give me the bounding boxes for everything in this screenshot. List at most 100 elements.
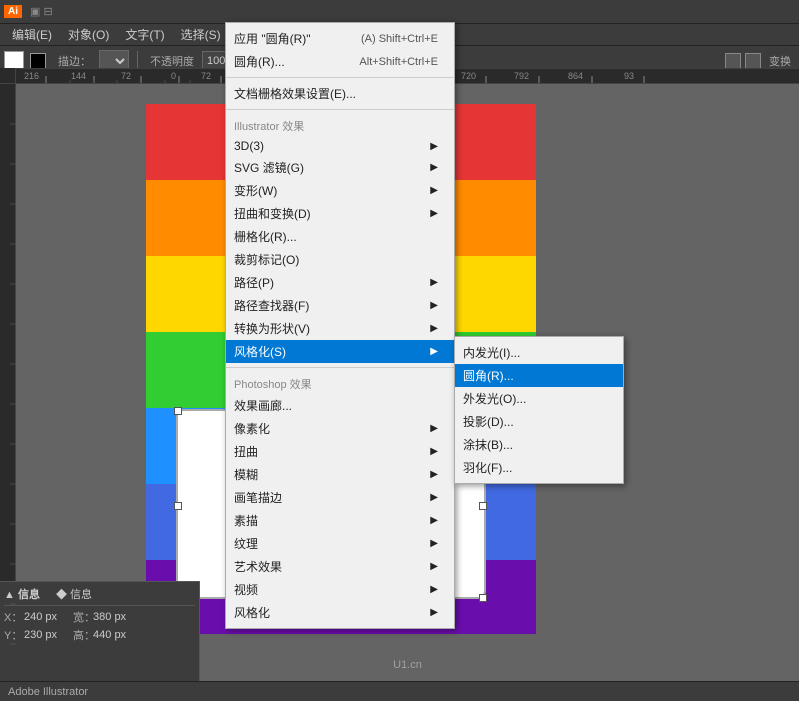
svg-text:864: 864 [568, 71, 583, 81]
submenu-drop-shadow[interactable]: 投影(D)... [455, 410, 623, 433]
svg-text:72: 72 [121, 71, 131, 81]
apply-round-label: 应用 "圆角(R)" [234, 30, 311, 47]
sep-3 [226, 367, 454, 368]
3d-label: 3D(3) [234, 139, 264, 153]
status-text: Adobe Illustrator [8, 686, 88, 698]
menu-apply-round[interactable]: 应用 "圆角(R)" (A) Shift+Ctrl+E [226, 27, 454, 50]
svg-text:93: 93 [624, 71, 634, 81]
submenu-inner-glow[interactable]: 内发光(I)... [455, 341, 623, 364]
stylize2-arrow: ▶ [430, 607, 438, 618]
convert-shape-label: 转换为形状(V) [234, 320, 310, 337]
path-arrow: ▶ [430, 277, 438, 288]
handle-tl[interactable] [174, 407, 182, 415]
menu-doc-grid[interactable]: 文档栅格效果设置(E)... [226, 82, 454, 105]
app-controls: ▣ ⊟ [30, 5, 53, 18]
info-x-value: 240 px [24, 611, 57, 623]
menu-warp[interactable]: 扭曲和变换(D) ▶ [226, 202, 454, 225]
grid-icon[interactable] [745, 53, 761, 69]
menu-file[interactable]: 编辑(E) [4, 24, 60, 45]
path-finder-label: 路径查找器(F) [234, 297, 309, 314]
menu-select[interactable]: 选择(S) [173, 24, 229, 45]
convert-shape-arrow: ▶ [430, 323, 438, 334]
video-label: 视频 [234, 581, 258, 598]
options-icon[interactable] [725, 53, 741, 69]
menu-stylize2[interactable]: 风格化 ▶ [226, 601, 454, 624]
svg-text:144: 144 [71, 71, 86, 81]
handle-ml[interactable] [174, 502, 182, 510]
stylize-arrow: ▶ [430, 346, 438, 357]
menu-sketch[interactable]: 素描 ▶ [226, 509, 454, 532]
submenu-feather[interactable]: 羽化(F)... [455, 456, 623, 479]
menu-crop-marks[interactable]: 裁剪标记(O) [226, 248, 454, 271]
stroke-label: 描边： [54, 53, 95, 69]
brush-stroke-label: 画笔描边 [234, 489, 282, 506]
blur-arrow: ▶ [430, 469, 438, 480]
ruler-vertical: - [0, 84, 16, 581]
ruler-corner [0, 68, 16, 84]
menu-convert-shape[interactable]: 转换为形状(V) ▶ [226, 317, 454, 340]
handle-mr[interactable] [479, 502, 487, 510]
submenu-round-corners[interactable]: 圆角(R)... [455, 364, 623, 387]
effect-menu: 应用 "圆角(R)" (A) Shift+Ctrl+E 圆角(R)... Alt… [225, 22, 455, 629]
submenu-outer-glow[interactable]: 外发光(O)... [455, 387, 623, 410]
ai-badge: Ai [4, 5, 22, 18]
path-label: 路径(P) [234, 274, 274, 291]
video-arrow: ▶ [430, 584, 438, 595]
menu-object[interactable]: 对象(O) [60, 24, 117, 45]
round-label: 圆角(R)... [234, 53, 285, 70]
artistic-arrow: ▶ [430, 561, 438, 572]
svg-text:0: 0 [171, 71, 176, 81]
svg-text:720: 720 [461, 71, 476, 81]
info-panel: ▲ 信息 ◆ 信息 X： 240 px 宽： 380 px Y： 230 px … [0, 581, 200, 681]
menu-text[interactable]: 文字(T) [117, 24, 172, 45]
sketch-label: 素描 [234, 512, 258, 529]
menu-blur[interactable]: 模糊 ▶ [226, 463, 454, 486]
menu-stylize[interactable]: 风格化(S) ▶ 内发光(I)... 圆角(R)... 外发光(O)... 投影… [226, 340, 454, 363]
apply-round-shortcut: (A) Shift+Ctrl+E [341, 33, 438, 45]
inner-glow-label: 内发光(I)... [463, 344, 520, 361]
3d-arrow: ▶ [430, 141, 438, 152]
right-toolbar: 变换 [725, 53, 795, 69]
menu-artistic[interactable]: 艺术效果 ▶ [226, 555, 454, 578]
menu-path-finder[interactable]: 路径查找器(F) ▶ [226, 294, 454, 317]
outer-glow-label: 外发光(O)... [463, 390, 526, 407]
ruler-v-svg: - [0, 84, 16, 684]
menu-texture[interactable]: 纹理 ▶ [226, 532, 454, 555]
fill-color[interactable] [30, 53, 46, 69]
sep-2 [226, 109, 454, 110]
handle-br[interactable] [479, 594, 487, 602]
svg-filter-arrow: ▶ [430, 162, 438, 173]
menu-brush-stroke[interactable]: 画笔描边 ▶ [226, 486, 454, 509]
brush-stroke-arrow: ▶ [430, 492, 438, 503]
pixelate-arrow: ▶ [430, 423, 438, 434]
submenu-scribble[interactable]: 涂抹(B)... [455, 433, 623, 456]
menu-distort[interactable]: 扭曲 ▶ [226, 440, 454, 463]
pixelate-label: 像素化 [234, 420, 270, 437]
info-height-label: 高： [73, 627, 93, 643]
stylize-submenu: 内发光(I)... 圆角(R)... 外发光(O)... 投影(D)... 涂抹… [454, 336, 624, 484]
feather-label: 羽化(F)... [463, 459, 512, 476]
svg-text:792: 792 [514, 71, 529, 81]
illustrator-section: Illustrator 效果 [226, 114, 454, 136]
menu-pixelate[interactable]: 像素化 ▶ [226, 417, 454, 440]
menu-effect-gallery[interactable]: 效果画廊... [226, 394, 454, 417]
panel-divider [4, 605, 195, 606]
opacity-label: 不透明度 [146, 53, 198, 69]
drop-shadow-label: 投影(D)... [463, 413, 514, 430]
watermark: U1.cn [393, 659, 422, 671]
info-panel-header: ▲ 信息 ◆ 信息 [4, 586, 195, 602]
warp-label: 扭曲和变换(D) [234, 205, 311, 222]
menu-3d[interactable]: 3D(3) ▶ [226, 136, 454, 156]
svg-text:72: 72 [201, 71, 211, 81]
menu-rasterize[interactable]: 栅格化(R)... [226, 225, 454, 248]
svg-filter-label: SVG 滤镜(G) [234, 159, 304, 176]
menu-deform[interactable]: 变形(W) ▶ [226, 179, 454, 202]
info-width-label: 宽： [73, 609, 93, 625]
stylize2-label: 风格化 [234, 604, 270, 621]
menu-round[interactable]: 圆角(R)... Alt+Shift+Ctrl+E [226, 50, 454, 73]
top-header: Ai ▣ ⊟ [0, 0, 799, 24]
menu-video[interactable]: 视频 ▶ [226, 578, 454, 601]
menu-svg-filter[interactable]: SVG 滤镜(G) ▶ [226, 156, 454, 179]
blur-label: 模糊 [234, 466, 258, 483]
menu-path[interactable]: 路径(P) ▶ [226, 271, 454, 294]
